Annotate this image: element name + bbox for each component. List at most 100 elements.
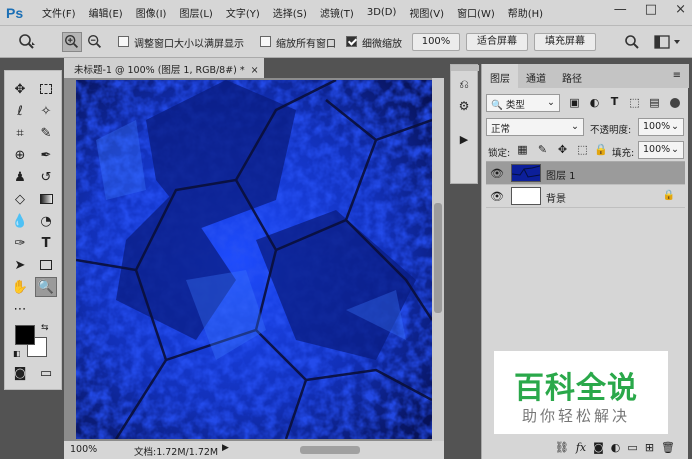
- layer-style-icon[interactable]: fx: [576, 441, 586, 454]
- healing-brush-tool-icon[interactable]: ⊕: [9, 145, 31, 165]
- tab-channels[interactable]: 通道: [518, 64, 554, 88]
- resize-windows-checkbox[interactable]: [118, 36, 129, 47]
- panel-menu-icon[interactable]: ≡: [673, 64, 689, 88]
- filter-adjustment-icon[interactable]: ◐: [588, 96, 601, 109]
- layer-filter-select[interactable]: 🔍 类型 ⌄: [486, 94, 560, 112]
- lasso-tool-icon[interactable]: ℓ: [9, 101, 31, 121]
- type-tool-icon[interactable]: T: [35, 233, 57, 253]
- blend-mode-select[interactable]: 正常 ⌄: [486, 118, 584, 136]
- maximize-button[interactable]: □: [645, 2, 657, 17]
- dodge-tool-icon[interactable]: ◔: [35, 211, 57, 231]
- vertical-scroll-thumb[interactable]: [434, 203, 442, 313]
- magic-wand-tool-icon[interactable]: ✧: [35, 101, 57, 121]
- workspace-switcher-icon[interactable]: [654, 34, 682, 50]
- default-colors-icon[interactable]: ◧: [13, 349, 21, 358]
- layer-lock-icon: 🔒: [662, 190, 675, 201]
- filter-shape-icon[interactable]: ⬚: [628, 96, 641, 109]
- zoom-percent-button[interactable]: 100%: [412, 33, 460, 51]
- close-document-icon[interactable]: ×: [251, 65, 259, 76]
- marquee-tool-icon[interactable]: [35, 79, 57, 99]
- menu-image[interactable]: 图像(I): [136, 5, 167, 20]
- brush-tool-icon[interactable]: ✒: [35, 145, 57, 165]
- hand-tool-icon[interactable]: ✋: [9, 277, 31, 297]
- adjustment-layer-icon[interactable]: ◐: [611, 441, 621, 454]
- document-tab[interactable]: 未标题-1 @ 100% (图层 1, RGB/8#) * ×: [64, 58, 264, 78]
- new-group-icon[interactable]: ▭: [627, 441, 637, 454]
- filter-type-icon[interactable]: T: [608, 95, 621, 108]
- history-brush-tool-icon[interactable]: ↺: [35, 167, 57, 187]
- layer-row[interactable]: 👁 图层 1: [486, 162, 685, 185]
- clone-stamp-tool-icon[interactable]: ♟: [9, 167, 31, 187]
- crop-tool-icon[interactable]: ⌗: [9, 123, 31, 143]
- properties-panel-icon[interactable]: ⚙: [456, 99, 472, 115]
- menu-filter[interactable]: 滤镜(T): [320, 5, 354, 20]
- scrubby-zoom-checkbox[interactable]: [346, 36, 357, 47]
- swap-colors-icon[interactable]: ⇆: [41, 323, 49, 333]
- link-layers-icon[interactable]: ⛓: [555, 441, 569, 454]
- close-window-button[interactable]: ×: [675, 2, 686, 17]
- lock-position-icon[interactable]: ✥: [556, 143, 569, 156]
- menu-select[interactable]: 选择(S): [273, 5, 307, 20]
- eraser-tool-icon[interactable]: ◇: [9, 189, 31, 209]
- lock-artboard-icon[interactable]: ⬚: [576, 143, 589, 156]
- menu-file[interactable]: 文件(F): [42, 5, 76, 20]
- menu-edit[interactable]: 编辑(E): [89, 5, 123, 20]
- quick-mask-icon[interactable]: ◙: [9, 363, 31, 383]
- menu-3d[interactable]: 3D(D): [367, 7, 397, 18]
- search-icon[interactable]: [624, 34, 640, 50]
- scrubby-zoom-label: 细微缩放: [362, 39, 402, 50]
- document-canvas[interactable]: [76, 80, 432, 439]
- layer-row[interactable]: 👁 背景 🔒: [486, 185, 685, 208]
- fill-label: 填充:: [612, 148, 635, 159]
- eyedropper-tool-icon[interactable]: ✎: [35, 123, 57, 143]
- menu-window[interactable]: 窗口(W): [457, 5, 495, 20]
- tab-paths[interactable]: 路径: [554, 64, 590, 88]
- foreground-color-swatch[interactable]: [15, 325, 35, 345]
- lock-all-icon[interactable]: 🔒: [594, 143, 608, 156]
- gradient-tool-icon[interactable]: [35, 189, 57, 209]
- zoom-in-icon[interactable]: [62, 32, 82, 52]
- menu-help[interactable]: 帮助(H): [508, 5, 543, 20]
- tab-layers[interactable]: 图层: [482, 64, 518, 88]
- filter-smart-object-icon[interactable]: ▤: [648, 96, 661, 109]
- lock-transparent-icon[interactable]: ▦: [516, 143, 529, 156]
- visibility-eye-icon[interactable]: 👁: [490, 190, 504, 203]
- history-panel-icon[interactable]: ⎌: [456, 77, 472, 93]
- filter-toggle-icon[interactable]: [670, 98, 680, 108]
- blur-tool-icon[interactable]: 💧: [9, 211, 31, 231]
- zoom-tool-preset-icon[interactable]: [18, 33, 36, 51]
- chevron-down-icon: ⌄: [671, 144, 679, 155]
- delete-layer-icon[interactable]: 🗑: [661, 441, 675, 454]
- menu-view[interactable]: 视图(V): [409, 5, 444, 20]
- menu-layer[interactable]: 图层(L): [179, 5, 212, 20]
- minimize-button[interactable]: —: [614, 2, 627, 17]
- opacity-input[interactable]: 100% ⌄: [638, 118, 684, 136]
- layer-name: 背景: [546, 194, 566, 205]
- filter-pixel-icon[interactable]: ▣: [568, 96, 581, 109]
- vertical-scrollbar[interactable]: [432, 78, 444, 441]
- status-zoom[interactable]: 100%: [70, 444, 97, 455]
- lock-pixels-icon[interactable]: ✎: [536, 143, 549, 156]
- layer-mask-icon[interactable]: ◙: [593, 441, 604, 454]
- new-layer-icon[interactable]: ⊞: [645, 441, 654, 454]
- zoom-tool-icon[interactable]: 🔍: [35, 277, 57, 297]
- watermark-subtitle: 助你轻松解决: [522, 407, 631, 425]
- zoom-all-windows-checkbox[interactable]: [260, 36, 271, 47]
- move-tool-icon[interactable]: ✥: [9, 79, 31, 99]
- fill-screen-button[interactable]: 填充屏幕: [534, 33, 596, 51]
- actions-panel-icon[interactable]: ▶: [456, 133, 472, 149]
- menu-type[interactable]: 文字(Y): [226, 5, 260, 20]
- screen-mode-icon[interactable]: ▭: [35, 363, 57, 383]
- more-tools-icon[interactable]: ⋯: [9, 299, 31, 319]
- rectangle-tool-icon[interactable]: [35, 255, 57, 275]
- path-selection-tool-icon[interactable]: ➤: [9, 255, 31, 275]
- status-arrow-icon[interactable]: ▶: [222, 443, 229, 453]
- visibility-eye-icon[interactable]: 👁: [490, 167, 504, 180]
- horizontal-scroll-thumb[interactable]: [300, 446, 360, 454]
- pen-tool-icon[interactable]: ✑: [9, 233, 31, 253]
- chevron-down-icon: ⌄: [547, 97, 555, 108]
- fit-screen-button[interactable]: 适合屏幕: [466, 33, 528, 51]
- zoom-out-icon[interactable]: [86, 33, 104, 51]
- canvas-area: [64, 78, 444, 441]
- fill-input[interactable]: 100% ⌄: [638, 141, 684, 159]
